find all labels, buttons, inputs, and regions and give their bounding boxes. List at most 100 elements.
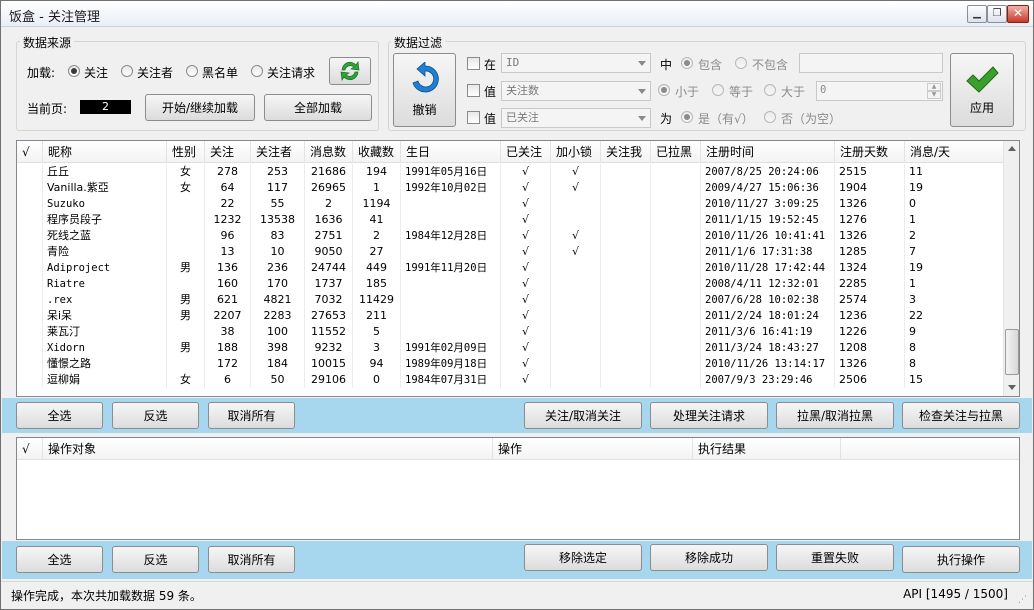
col-msgs-per-day-cell: 15	[905, 372, 1005, 388]
col-locked-cell	[551, 196, 601, 212]
filter-number-stepper[interactable]: 0 ▲ ▼	[816, 81, 943, 101]
process-follow-requests-button[interactable]: 处理关注请求	[650, 402, 768, 429]
cancel-all-button[interactable]: 取消所有	[208, 402, 295, 429]
scroll-down-button[interactable]	[1004, 379, 1019, 395]
table-row[interactable]: Suzuko 22 55 2 1194 √ 2010/11/27 3:09:25 1326 0	[17, 196, 1005, 212]
filter-number-field-select[interactable]: 关注数	[501, 81, 651, 101]
table-row[interactable]: Adiproject 男 136 236 24744 449 1991年11月20日 √ 201…	[17, 260, 1005, 276]
col-followers[interactable]: 关注者	[251, 141, 305, 163]
invert-selection-button[interactable]: 反选	[112, 402, 199, 429]
ops-col-operation[interactable]: 操作	[493, 438, 693, 460]
col-following[interactable]: 关注	[205, 141, 251, 163]
radio-blacklist[interactable]	[186, 65, 198, 77]
ops-cancel-all-button[interactable]: 取消所有	[208, 546, 295, 573]
follow-toggle-button[interactable]: 关注/取消关注	[524, 402, 642, 429]
radio-no[interactable]	[764, 111, 776, 123]
col-gender[interactable]: 性别	[167, 141, 205, 163]
col-followers-cell: 10	[251, 244, 305, 260]
table-row[interactable]: Xidorn 男 188 398 9232 3 1991年02月09日 √ 2011/3/24 …	[17, 340, 1005, 356]
filter-bool-field-select[interactable]: 已关注	[501, 108, 651, 128]
table-row[interactable]: 莱瓦汀 38 100 11552 5 √ 2011/3/6 16:41:19 1226 9	[17, 324, 1005, 340]
table-row[interactable]: 呆i呆男 2207 2283 27653 211 √ 2011/2/24 18:01:24 1…	[17, 308, 1005, 324]
reset-failed-button[interactable]: 重置失败	[776, 544, 894, 571]
col-nickname-cell: 莱瓦汀	[43, 324, 167, 340]
apply-button[interactable]: 应用	[950, 53, 1014, 127]
col-followed[interactable]: 已关注	[501, 141, 551, 163]
col-favorites-cell: 2	[353, 228, 401, 244]
start-continue-load-button[interactable]: 开始/继续加载	[145, 94, 255, 121]
col-check-cell	[17, 292, 43, 308]
ops-select-all-button[interactable]: 全选	[16, 546, 103, 573]
col-check-cell	[17, 164, 43, 180]
remove-selected-button[interactable]: 移除选定	[524, 544, 642, 571]
remove-success-button[interactable]: 移除成功	[650, 544, 768, 571]
table-row[interactable]: 青险 13 10 9050 27 √ √ 2011/1/6 17:31:38 1285 7	[17, 244, 1005, 260]
radio-follow-requests[interactable]	[251, 65, 263, 77]
table-row[interactable]: 丘丘女 278 253 21686 194 1991年05月16日 √ √ 2007/8/25 …	[17, 164, 1005, 180]
operations-table[interactable]: √ 操作对象 操作 执行结果	[16, 437, 1020, 540]
col-register-time[interactable]: 注册时间	[701, 141, 835, 163]
filter-value-checkbox-1[interactable]	[467, 84, 480, 97]
radio-equal[interactable]	[712, 84, 724, 96]
col-msgs-per-day-cell: 2	[905, 228, 1005, 244]
radio-following[interactable]	[68, 65, 80, 77]
col-follows-me[interactable]: 关注我	[601, 141, 651, 163]
table-row[interactable]: Riatre 160 170 1737 185 √ 2008/4/11 12:32:01 22…	[17, 276, 1005, 292]
col-blocked[interactable]: 已拉黑	[651, 141, 701, 163]
ops-col-result[interactable]: 执行结果	[693, 438, 841, 460]
resize-grip-icon[interactable]: ⋰	[1018, 594, 1030, 606]
table-row[interactable]: Vanilla.紫亞女 64 117 26965 1 1992年10月02日 √ √ 2009/…	[17, 180, 1005, 196]
select-all-button[interactable]: 全选	[16, 402, 103, 429]
col-nickname-cell: Suzuko	[43, 196, 167, 212]
col-favorites[interactable]: 收藏数	[353, 141, 401, 163]
user-table[interactable]: √ 昵称 性别 关注 关注者 消息数 收藏数 生日 已关注 加小锁 关注我 已拉黑 注册时间 注册天数 消息…	[16, 140, 1020, 397]
check-follow-block-button[interactable]: 检查关注与拉黑	[902, 402, 1020, 429]
minimize-button[interactable]: ▁	[967, 5, 987, 23]
filter-value-checkbox-2[interactable]	[467, 111, 480, 124]
col-nickname[interactable]: 昵称	[43, 141, 167, 163]
scroll-thumb[interactable]	[1005, 329, 1019, 375]
refresh-button[interactable]	[329, 57, 371, 85]
close-button[interactable]: ✕	[1007, 5, 1029, 23]
filter-in-checkbox[interactable]	[467, 57, 480, 70]
radio-exclude[interactable]	[735, 57, 747, 69]
stepper-up-icon[interactable]: ▲	[927, 83, 941, 91]
load-all-button[interactable]: 全部加载	[264, 94, 372, 121]
col-check[interactable]: √	[17, 141, 43, 163]
table-row[interactable]: 逗柳娟女 6 50 29106 0 1984年07月31日 √ 2007/9/3 23:29:…	[17, 372, 1005, 388]
execute-button[interactable]: 执行操作	[902, 546, 1020, 573]
radio-followers[interactable]	[121, 65, 133, 77]
col-birthday-cell: 1984年07月31日	[401, 372, 501, 388]
table-row[interactable]: .rex 男 621 4821 7032 11429 √ 2007/6/28 10:02:38…	[17, 292, 1005, 308]
ops-invert-selection-button[interactable]: 反选	[112, 546, 199, 573]
col-register-days[interactable]: 注册天数	[835, 141, 905, 163]
col-birthday-cell	[401, 292, 501, 308]
ops-col-target[interactable]: 操作对象	[43, 438, 493, 460]
maximize-button[interactable]: ❐	[987, 5, 1007, 23]
col-messages[interactable]: 消息数	[305, 141, 353, 163]
col-locked[interactable]: 加小锁	[551, 141, 601, 163]
radio-yes[interactable]	[681, 111, 693, 123]
table-row[interactable]: 程序员段子 1232 13538 1636 41 √ 2011/1/15 19:52:45 1…	[17, 212, 1005, 228]
undo-button[interactable]: 撤销	[393, 53, 456, 127]
table-row[interactable]: 懂憬之路 172 184 10015 94 1989年09月18日 √ 2010/11/26 …	[17, 356, 1005, 372]
radio-include[interactable]	[681, 57, 693, 69]
stepper-down-icon[interactable]: ▼	[927, 91, 941, 99]
block-toggle-button[interactable]: 拉黑/取消拉黑	[776, 402, 894, 429]
col-register-time-cell: 2010/11/26 10:41:41	[701, 228, 835, 244]
filter-text-input[interactable]	[799, 53, 943, 73]
col-msgs-per-day[interactable]: 消息/天	[905, 141, 1005, 163]
col-birthday[interactable]: 生日	[401, 141, 501, 163]
ops-col-check[interactable]: √	[17, 438, 43, 460]
scroll-up-button[interactable]	[1004, 141, 1019, 157]
filter-field-select[interactable]: ID	[501, 53, 651, 73]
col-following-cell: 172	[205, 356, 251, 372]
radio-followers-label: 关注者	[137, 66, 174, 80]
radio-greater-than[interactable]	[764, 84, 776, 96]
col-locked-cell	[551, 260, 601, 276]
user-table-scrollbar[interactable]	[1003, 141, 1019, 396]
radio-less-than[interactable]	[658, 84, 670, 96]
col-msgs-per-day-cell: 8	[905, 356, 1005, 372]
table-row[interactable]: 死线之蓝 96 83 2751 2 1984年12月28日 √ √ 2010/11/26 10:…	[17, 228, 1005, 244]
col-register-days-cell: 1236	[835, 308, 905, 324]
